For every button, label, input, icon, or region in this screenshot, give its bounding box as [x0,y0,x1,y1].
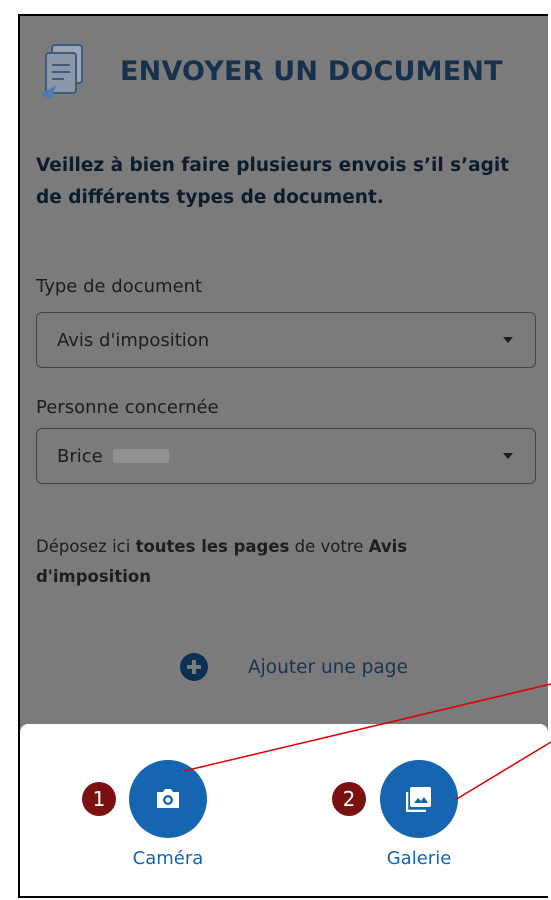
gallery-button[interactable] [380,760,458,838]
step-badge-2: 2 [332,782,366,816]
camera-button[interactable] [129,760,207,838]
gallery-label: Galerie [386,848,452,869]
camera-option[interactable]: Caméra [98,760,238,869]
person-label: Personne concernée [36,397,219,418]
document-type-value: Avis d'imposition [57,329,210,351]
redacted-name [112,449,169,463]
add-page-button[interactable]: Ajouter une page [180,653,408,681]
image-icon [406,787,431,812]
step-badge-1: 1 [82,782,116,816]
page-title: ENVOYER UN DOCUMENT [120,56,503,87]
plus-circle-icon [180,653,208,681]
chevron-down-icon [503,337,513,343]
person-value: Brice [57,445,103,467]
gallery-option[interactable]: Galerie [349,760,489,869]
page-header: ENVOYER UN DOCUMENT [38,42,503,102]
chevron-down-icon [503,453,513,459]
camera-icon [157,789,179,808]
person-select[interactable]: Brice [36,428,536,484]
document-type-select[interactable]: Avis d'imposition [36,312,536,368]
add-page-label: Ajouter une page [248,656,408,678]
document-type-label: Type de document [36,276,203,297]
phone-screen-frame: ENVOYER UN DOCUMENT Veillez à bien faire… [18,14,548,898]
deposit-instructions: Déposez ici toutes les pages de votre Av… [36,537,408,586]
camera-label: Caméra [132,848,204,869]
multiple-documents-notice: Veillez à bien faire plusieurs envois s’… [36,155,510,208]
document-send-icon [40,44,83,99]
dimmed-form-background: ENVOYER UN DOCUMENT Veillez à bien faire… [20,16,548,896]
source-picker-sheet: Caméra Galerie 1 2 [20,724,548,896]
